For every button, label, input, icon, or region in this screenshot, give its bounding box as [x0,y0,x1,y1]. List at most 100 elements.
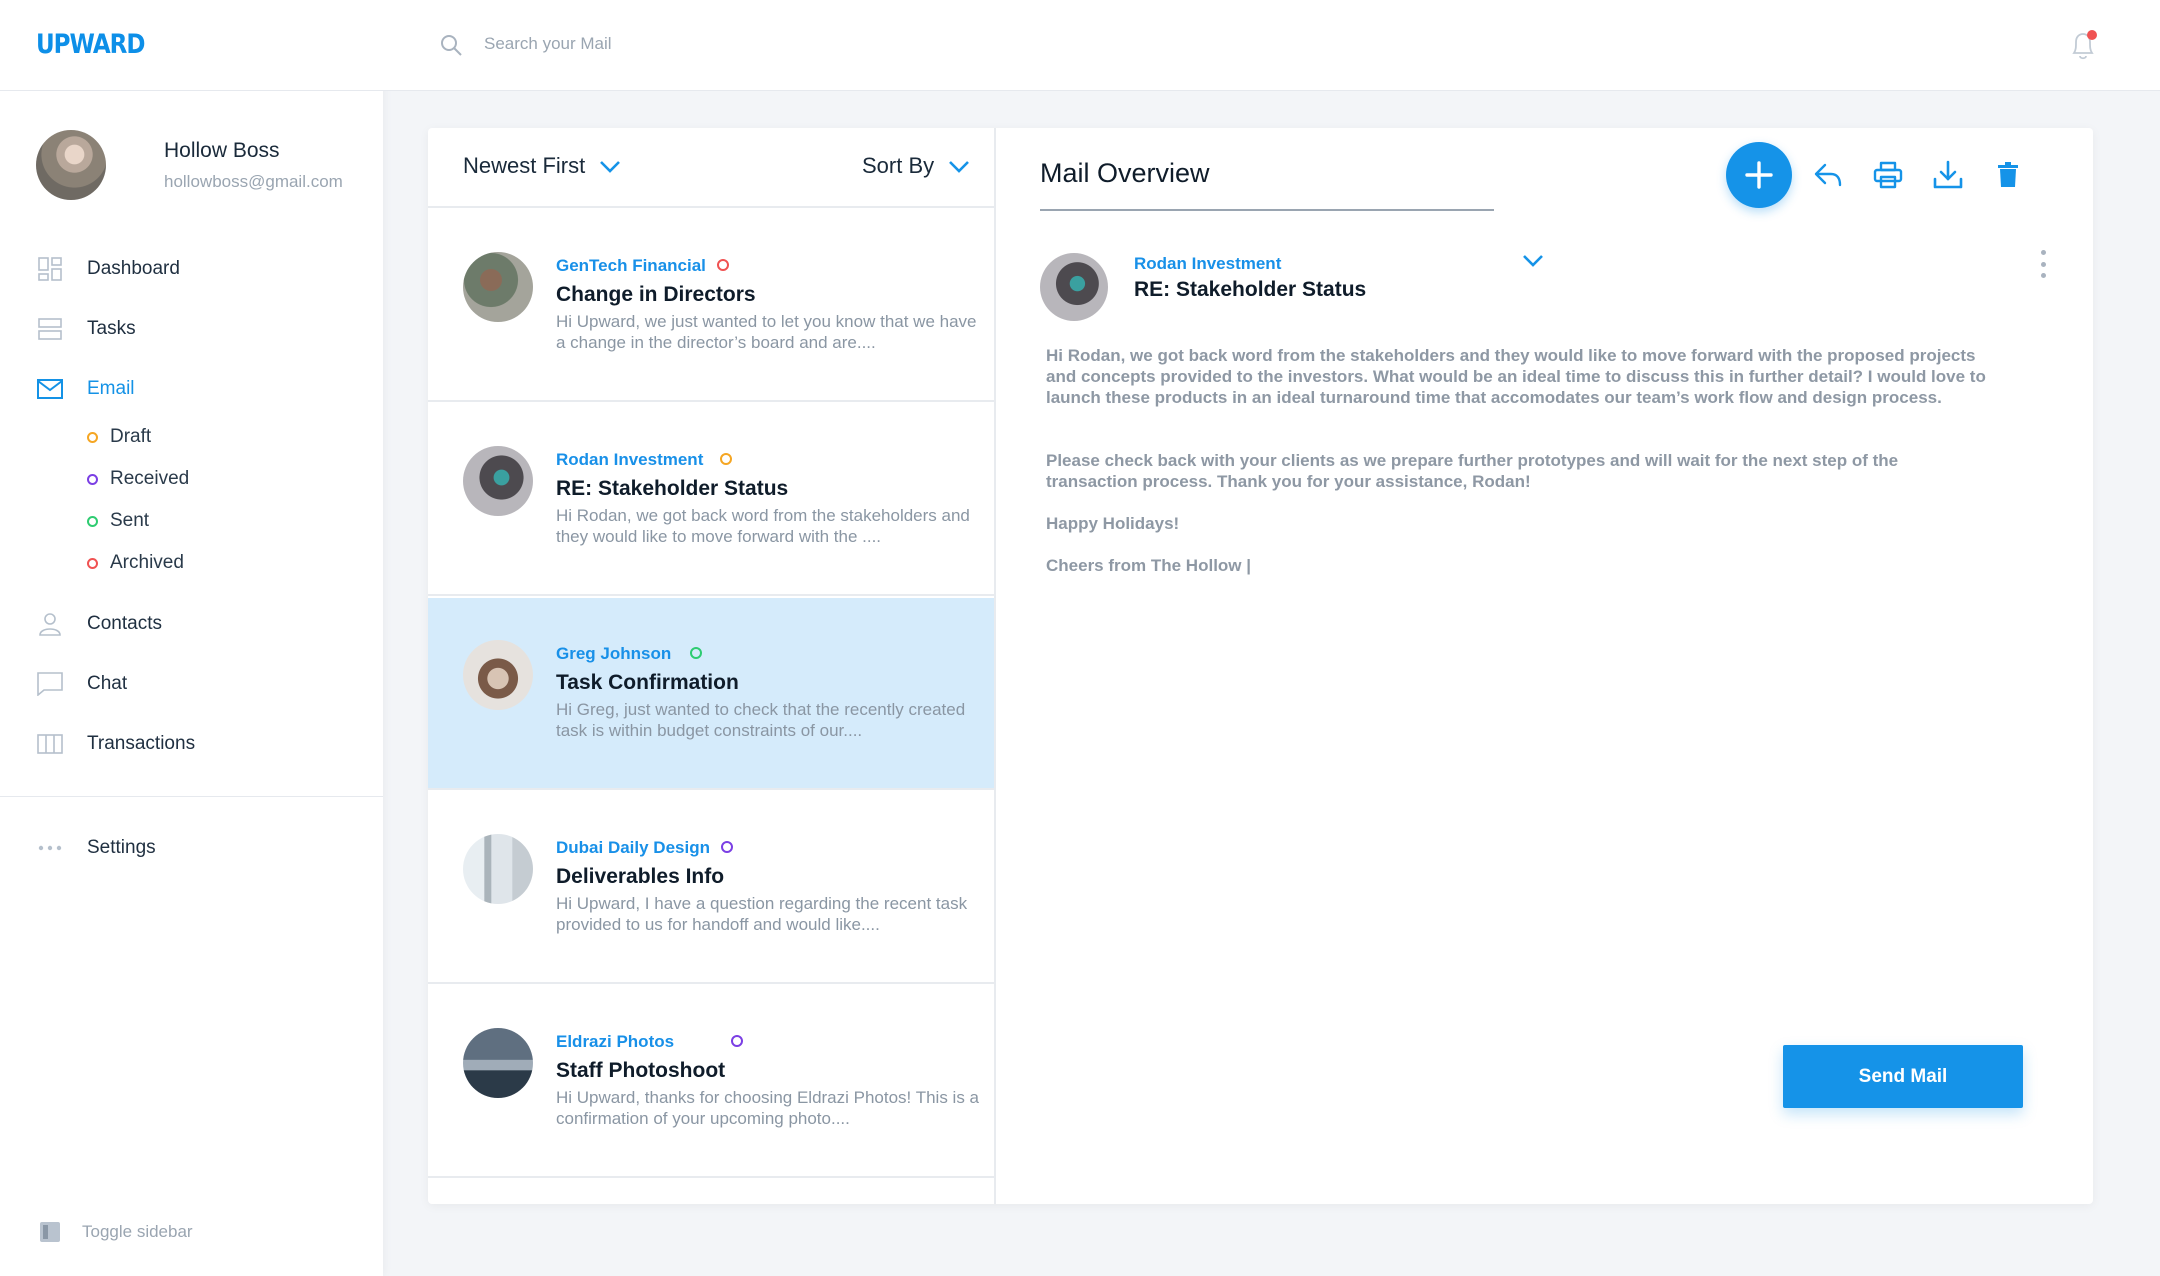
mail-body-paragraph: Cheers from The Hollow | [1046,556,1252,575]
detail-subject: RE: Stakeholder Status [1134,278,1367,301]
user-profile[interactable]: Hollow Boss hollowboss@gmail.com [36,130,343,200]
sidebar-item-chat[interactable]: Chat [36,669,127,699]
sender-avatar [463,446,533,516]
tag-dot-icon [720,453,732,465]
chevron-down-icon [948,153,970,179]
sidebar-subitem-received[interactable]: Received [87,467,189,491]
mail-preview: Hi Greg, just wanted to check that the r… [556,700,966,740]
mail-body-paragraph: Hi Rodan, we got back word from the stak… [1046,346,1986,407]
sidebar-subitem-label: Archived [110,552,184,573]
sidebar-item-dashboard[interactable]: Dashboard [36,254,180,284]
more-vertical-icon[interactable] [2036,250,2050,278]
mail-list-item[interactable]: Dubai Daily Design Deliverables Info Hi … [428,792,994,984]
sidebar-subitem-archived[interactable]: Archived [87,551,184,575]
sidebar-subitem-sent[interactable]: Sent [87,509,149,533]
sort-order-label: Newest First [463,153,586,178]
toggle-sidebar-button[interactable]: Toggle sidebar [40,1222,193,1242]
app-logo[interactable]: UPWARD [36,30,145,60]
received-dot-icon [87,473,98,485]
download-icon[interactable] [1931,158,1965,192]
avatar[interactable] [36,130,106,200]
page-title: Mail Overview [1040,158,1494,211]
mail-subject: Change in Directors [556,283,756,306]
sort-order-dropdown[interactable]: Newest First [463,153,621,179]
notification-bell-icon[interactable] [2068,28,2100,67]
mail-list-item[interactable]: Rodan Investment RE: Stakeholder Status … [428,404,994,596]
print-icon[interactable] [1871,158,1905,192]
sidebar-toggle-icon [40,1222,60,1242]
mail-sender: Rodan Investment [556,450,704,469]
tag-dot-icon [721,841,733,853]
mail-body-paragraph: Please check back with your clients as w… [1046,451,1899,491]
sidebar-item-email[interactable]: Email [36,374,135,404]
tag-dot-icon [731,1035,743,1047]
search-icon[interactable] [439,33,463,62]
mail-list-header: Newest First Sort By [428,128,994,208]
sidebar-item-label: Dashboard [87,258,180,279]
mail-subject: Task Confirmation [556,671,739,694]
mail-list-item[interactable]: Greg Johnson Task Confirmation Hi Greg, … [428,598,994,790]
sort-by-dropdown[interactable]: Sort By [862,153,970,179]
sort-by-label: Sort By [862,153,935,178]
mail-subject: RE: Stakeholder Status [556,477,789,500]
sender-avatar [1040,253,1108,321]
logo-bar: UPWARD [0,0,383,91]
user-icon [36,610,64,638]
sidebar-item-label: Email [87,378,135,399]
chevron-down-icon [599,153,621,179]
tasks-icon [36,315,64,343]
sidebar-subitem-label: Received [110,468,190,489]
mail-body: Hi Rodan, we got back word from the stak… [1046,345,1986,597]
sidebar-item-label: Transactions [87,733,196,754]
mail-preview: Hi Rodan, we got back word from the stak… [556,506,970,546]
profile-email: hollowboss@gmail.com [164,171,343,191]
plus-icon [1745,161,1773,189]
sidebar-item-label: Tasks [87,318,136,339]
send-mail-button[interactable]: Send Mail [1783,1045,2023,1108]
mail-card: Newest First Sort By GenTech Financial C… [428,128,2093,1204]
sender-avatar [463,640,533,710]
toggle-sidebar-label: Toggle sidebar [82,1222,193,1241]
sidebar-item-contacts[interactable]: Contacts [36,609,162,639]
mail-subject: Staff Photoshoot [556,1059,726,1082]
mail-list-pane: Newest First Sort By GenTech Financial C… [428,128,996,1204]
search-input[interactable] [484,28,984,60]
mail-sender: Dubai Daily Design [556,838,710,857]
sidebar-subitem-draft[interactable]: Draft [87,425,151,449]
mail-sender: Eldrazi Photos [556,1032,675,1051]
sender-avatar [463,252,533,322]
sent-dot-icon [87,515,98,527]
sidebar-item-transactions[interactable]: Transactions [36,729,195,759]
mail-detail-pane: Mail Overview Rodan Investment RE: Stake… [996,128,2093,1204]
chevron-down-icon[interactable] [1522,254,1544,272]
detail-sender: Rodan Investment [1134,254,1282,273]
tag-dot-icon [717,259,729,271]
sidebar-subitem-label: Draft [110,426,152,447]
draft-dot-icon [87,431,98,443]
compose-button[interactable] [1726,142,1792,208]
mail-preview: Hi Upward, we just wanted to let you kno… [556,312,977,352]
mail-preview: Hi Upward, I have a question regarding t… [556,894,968,934]
top-bar [383,0,2160,91]
sidebar-item-settings[interactable]: Settings [36,833,156,863]
reply-icon[interactable] [1811,158,1845,192]
tag-dot-icon [690,647,702,659]
sender-avatar [463,1028,533,1098]
sidebar-item-tasks[interactable]: Tasks [36,314,136,344]
mail-list-item[interactable]: GenTech Financial Change in Directors Hi… [428,210,994,402]
sidebar-item-label: Settings [87,837,156,858]
chat-icon [36,670,64,698]
sidebar-divider [0,796,383,797]
sidebar: UPWARD Hollow Boss hollowboss@gmail.com … [0,0,383,1276]
archived-dot-icon [87,557,98,569]
trash-icon[interactable] [1991,158,2025,192]
mail-sender: Greg Johnson [556,644,672,663]
columns-icon [36,730,64,758]
sidebar-item-label: Chat [87,673,128,694]
sender-avatar [463,834,533,904]
mail-sender: GenTech Financial [556,256,706,275]
more-horizontal-icon [36,834,64,862]
sidebar-item-label: Contacts [87,613,162,634]
mail-list-item[interactable]: Eldrazi Photos Staff Photoshoot Hi Upwar… [428,986,994,1178]
mail-preview: Hi Upward, thanks for choosing Eldrazi P… [556,1088,979,1128]
